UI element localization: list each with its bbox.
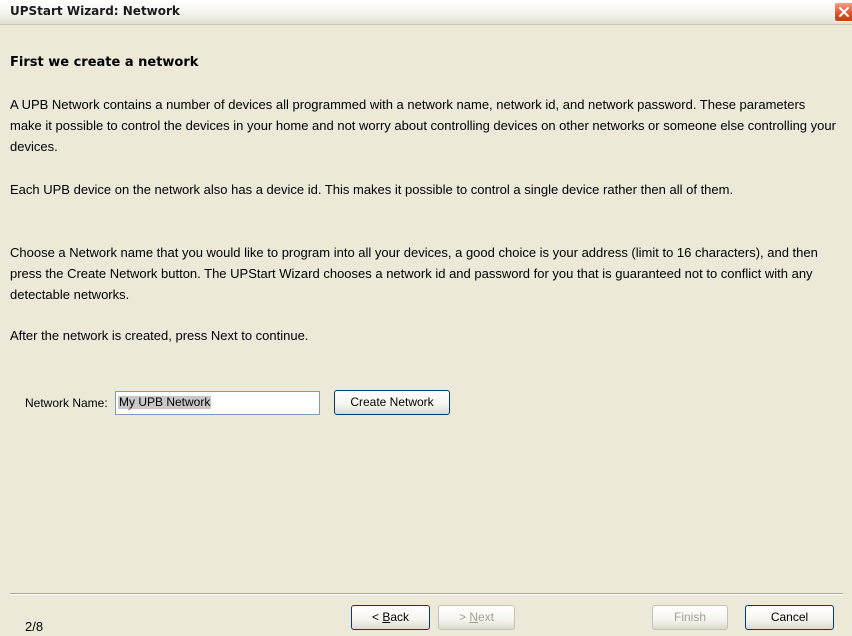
wizard-window: UPStart Wizard: Network First we create … xyxy=(0,0,852,636)
next-label-rest: ext xyxy=(478,610,495,624)
paragraph-choose-name: Choose a Network name that you would lik… xyxy=(10,245,818,302)
back-button[interactable]: < Back xyxy=(351,605,430,630)
next-access-key: N xyxy=(469,610,478,624)
cancel-button[interactable]: Cancel xyxy=(745,605,834,630)
page-heading: First we create a network xyxy=(10,55,199,70)
paragraph-device-id: Each UPB device on the network also has … xyxy=(10,182,734,197)
close-icon xyxy=(839,7,849,17)
next-prefix: > xyxy=(458,610,470,624)
title-bar[interactable]: UPStart Wizard: Network xyxy=(0,0,852,25)
window-title: UPStart Wizard: Network xyxy=(10,4,180,18)
footer-divider xyxy=(10,593,843,595)
paragraph-next-hint: After the network is created, press Next… xyxy=(10,328,309,343)
network-name-input[interactable] xyxy=(115,391,320,415)
create-network-button[interactable]: Create Network xyxy=(334,390,450,415)
finish-button[interactable]: Finish xyxy=(652,605,728,630)
paragraph-network-intro: A UPB Network contains a number of devic… xyxy=(10,97,836,154)
close-button[interactable] xyxy=(834,2,852,22)
back-prefix: < xyxy=(371,610,383,624)
next-button[interactable]: > Next xyxy=(438,605,515,630)
network-name-label: Network Name: xyxy=(25,396,108,410)
step-indicator: 2/8 xyxy=(25,619,44,634)
back-label-rest: ack xyxy=(390,610,410,624)
